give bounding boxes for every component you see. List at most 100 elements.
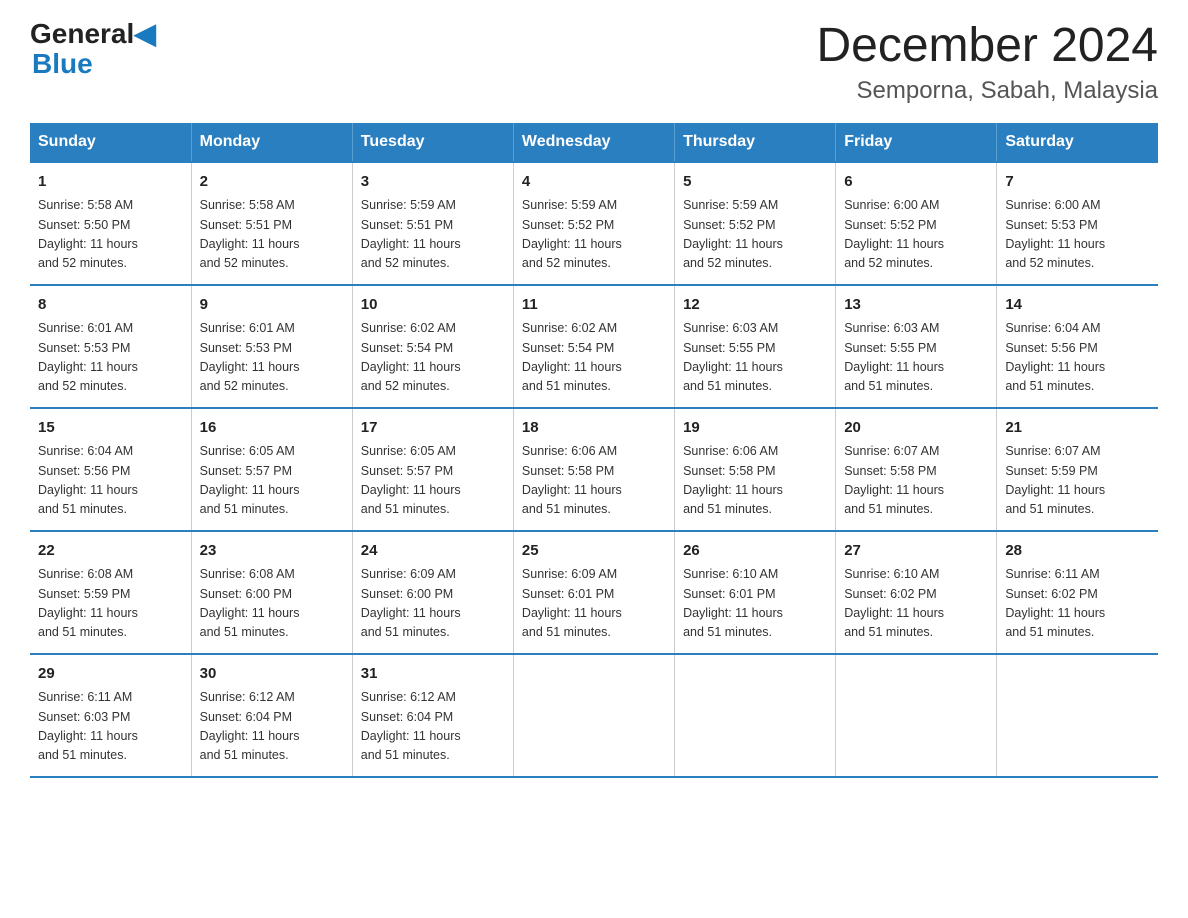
day-info: Sunrise: 6:00 AMSunset: 5:52 PMDaylight:… — [844, 196, 988, 274]
day-info: Sunrise: 6:08 AMSunset: 5:59 PMDaylight:… — [38, 565, 183, 643]
day-number: 10 — [361, 294, 505, 317]
day-info: Sunrise: 5:58 AMSunset: 5:51 PMDaylight:… — [200, 196, 344, 274]
day-info: Sunrise: 6:05 AMSunset: 5:57 PMDaylight:… — [361, 442, 505, 520]
table-row: 27Sunrise: 6:10 AMSunset: 6:02 PMDayligh… — [836, 531, 997, 654]
day-info: Sunrise: 6:07 AMSunset: 5:59 PMDaylight:… — [1005, 442, 1150, 520]
day-number: 15 — [38, 417, 183, 440]
title-section: December 2024 Semporna, Sabah, Malaysia — [816, 20, 1158, 105]
logo-triangle-icon: ◀ — [134, 18, 156, 49]
table-row: 10Sunrise: 6:02 AMSunset: 5:54 PMDayligh… — [352, 285, 513, 408]
day-number: 30 — [200, 663, 344, 686]
table-row: 26Sunrise: 6:10 AMSunset: 6:01 PMDayligh… — [675, 531, 836, 654]
day-number: 7 — [1005, 171, 1150, 194]
day-info: Sunrise: 6:01 AMSunset: 5:53 PMDaylight:… — [38, 319, 183, 397]
day-info: Sunrise: 6:04 AMSunset: 5:56 PMDaylight:… — [1005, 319, 1150, 397]
table-row: 11Sunrise: 6:02 AMSunset: 5:54 PMDayligh… — [513, 285, 674, 408]
col-sunday: Sunday — [30, 123, 191, 162]
day-info: Sunrise: 6:02 AMSunset: 5:54 PMDaylight:… — [361, 319, 505, 397]
col-monday: Monday — [191, 123, 352, 162]
day-info: Sunrise: 6:03 AMSunset: 5:55 PMDaylight:… — [683, 319, 827, 397]
day-info: Sunrise: 5:59 AMSunset: 5:51 PMDaylight:… — [361, 196, 505, 274]
day-number: 21 — [1005, 417, 1150, 440]
col-tuesday: Tuesday — [352, 123, 513, 162]
table-row: 14Sunrise: 6:04 AMSunset: 5:56 PMDayligh… — [997, 285, 1158, 408]
day-number: 18 — [522, 417, 666, 440]
calendar-table: Sunday Monday Tuesday Wednesday Thursday… — [30, 123, 1158, 778]
table-row: 29Sunrise: 6:11 AMSunset: 6:03 PMDayligh… — [30, 654, 191, 777]
day-info: Sunrise: 6:02 AMSunset: 5:54 PMDaylight:… — [522, 319, 666, 397]
day-info: Sunrise: 6:09 AMSunset: 6:01 PMDaylight:… — [522, 565, 666, 643]
table-row: 12Sunrise: 6:03 AMSunset: 5:55 PMDayligh… — [675, 285, 836, 408]
day-info: Sunrise: 6:10 AMSunset: 6:01 PMDaylight:… — [683, 565, 827, 643]
calendar-subtitle: Semporna, Sabah, Malaysia — [816, 77, 1158, 105]
day-number: 1 — [38, 171, 183, 194]
table-row — [836, 654, 997, 777]
day-info: Sunrise: 5:59 AMSunset: 5:52 PMDaylight:… — [522, 196, 666, 274]
day-number: 22 — [38, 540, 183, 563]
table-row: 30Sunrise: 6:12 AMSunset: 6:04 PMDayligh… — [191, 654, 352, 777]
day-number: 24 — [361, 540, 505, 563]
table-row: 9Sunrise: 6:01 AMSunset: 5:53 PMDaylight… — [191, 285, 352, 408]
table-row: 6Sunrise: 6:00 AMSunset: 5:52 PMDaylight… — [836, 162, 997, 285]
col-thursday: Thursday — [675, 123, 836, 162]
day-number: 13 — [844, 294, 988, 317]
day-info: Sunrise: 6:06 AMSunset: 5:58 PMDaylight:… — [522, 442, 666, 520]
calendar-week-row: 8Sunrise: 6:01 AMSunset: 5:53 PMDaylight… — [30, 285, 1158, 408]
day-number: 14 — [1005, 294, 1150, 317]
day-info: Sunrise: 6:04 AMSunset: 5:56 PMDaylight:… — [38, 442, 183, 520]
day-number: 2 — [200, 171, 344, 194]
table-row: 17Sunrise: 6:05 AMSunset: 5:57 PMDayligh… — [352, 408, 513, 531]
logo: General◀ Blue — [30, 20, 156, 78]
table-row: 5Sunrise: 5:59 AMSunset: 5:52 PMDaylight… — [675, 162, 836, 285]
calendar-week-row: 15Sunrise: 6:04 AMSunset: 5:56 PMDayligh… — [30, 408, 1158, 531]
table-row: 7Sunrise: 6:00 AMSunset: 5:53 PMDaylight… — [997, 162, 1158, 285]
table-row: 21Sunrise: 6:07 AMSunset: 5:59 PMDayligh… — [997, 408, 1158, 531]
day-number: 9 — [200, 294, 344, 317]
day-number: 12 — [683, 294, 827, 317]
table-row: 3Sunrise: 5:59 AMSunset: 5:51 PMDaylight… — [352, 162, 513, 285]
day-info: Sunrise: 6:05 AMSunset: 5:57 PMDaylight:… — [200, 442, 344, 520]
table-row — [513, 654, 674, 777]
day-number: 4 — [522, 171, 666, 194]
day-info: Sunrise: 6:00 AMSunset: 5:53 PMDaylight:… — [1005, 196, 1150, 274]
day-number: 6 — [844, 171, 988, 194]
table-row: 28Sunrise: 6:11 AMSunset: 6:02 PMDayligh… — [997, 531, 1158, 654]
day-number: 20 — [844, 417, 988, 440]
day-info: Sunrise: 5:59 AMSunset: 5:52 PMDaylight:… — [683, 196, 827, 274]
col-wednesday: Wednesday — [513, 123, 674, 162]
day-info: Sunrise: 6:10 AMSunset: 6:02 PMDaylight:… — [844, 565, 988, 643]
table-row: 16Sunrise: 6:05 AMSunset: 5:57 PMDayligh… — [191, 408, 352, 531]
day-info: Sunrise: 6:07 AMSunset: 5:58 PMDaylight:… — [844, 442, 988, 520]
day-number: 31 — [361, 663, 505, 686]
day-number: 19 — [683, 417, 827, 440]
table-row: 25Sunrise: 6:09 AMSunset: 6:01 PMDayligh… — [513, 531, 674, 654]
table-row: 18Sunrise: 6:06 AMSunset: 5:58 PMDayligh… — [513, 408, 674, 531]
page-header: General◀ Blue December 2024 Semporna, Sa… — [30, 20, 1158, 105]
day-number: 5 — [683, 171, 827, 194]
table-row — [997, 654, 1158, 777]
calendar-header-row: Sunday Monday Tuesday Wednesday Thursday… — [30, 123, 1158, 162]
day-info: Sunrise: 6:11 AMSunset: 6:02 PMDaylight:… — [1005, 565, 1150, 643]
day-number: 17 — [361, 417, 505, 440]
table-row: 1Sunrise: 5:58 AMSunset: 5:50 PMDaylight… — [30, 162, 191, 285]
day-number: 25 — [522, 540, 666, 563]
table-row: 8Sunrise: 6:01 AMSunset: 5:53 PMDaylight… — [30, 285, 191, 408]
calendar-week-row: 22Sunrise: 6:08 AMSunset: 5:59 PMDayligh… — [30, 531, 1158, 654]
table-row — [675, 654, 836, 777]
table-row: 24Sunrise: 6:09 AMSunset: 6:00 PMDayligh… — [352, 531, 513, 654]
day-info: Sunrise: 6:01 AMSunset: 5:53 PMDaylight:… — [200, 319, 344, 397]
day-info: Sunrise: 6:09 AMSunset: 6:00 PMDaylight:… — [361, 565, 505, 643]
day-info: Sunrise: 6:08 AMSunset: 6:00 PMDaylight:… — [200, 565, 344, 643]
day-number: 11 — [522, 294, 666, 317]
day-number: 26 — [683, 540, 827, 563]
day-info: Sunrise: 6:12 AMSunset: 6:04 PMDaylight:… — [200, 688, 344, 766]
day-number: 28 — [1005, 540, 1150, 563]
calendar-week-row: 29Sunrise: 6:11 AMSunset: 6:03 PMDayligh… — [30, 654, 1158, 777]
table-row: 19Sunrise: 6:06 AMSunset: 5:58 PMDayligh… — [675, 408, 836, 531]
logo-blue: Blue — [30, 50, 93, 78]
day-number: 8 — [38, 294, 183, 317]
day-info: Sunrise: 6:06 AMSunset: 5:58 PMDaylight:… — [683, 442, 827, 520]
calendar-title: December 2024 — [816, 20, 1158, 73]
col-friday: Friday — [836, 123, 997, 162]
table-row: 22Sunrise: 6:08 AMSunset: 5:59 PMDayligh… — [30, 531, 191, 654]
